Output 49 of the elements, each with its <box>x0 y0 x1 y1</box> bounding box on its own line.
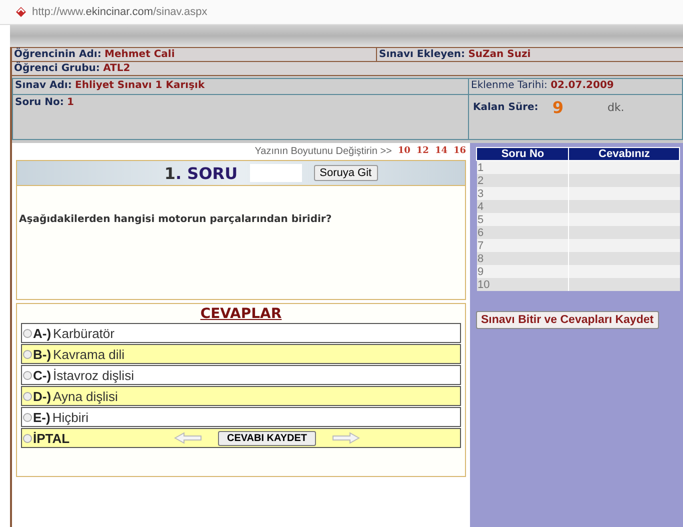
finish-exam-button[interactable]: Sınavı Bitir ve Cevapları Kaydet <box>476 311 659 329</box>
remaining-time-label: Kalan Süre: <box>473 102 538 113</box>
radio-button[interactable] <box>23 350 32 358</box>
save-answer-button[interactable]: CEVABI KAYDET <box>218 430 316 446</box>
font-size-label: Yazının Boyutunu Değiştirin >> <box>254 146 392 157</box>
answer-option[interactable]: D-)Ayna dişlisi <box>21 386 461 406</box>
column-header: Cevabınız <box>568 148 680 160</box>
column-header: Soru No <box>476 148 569 160</box>
radio-button[interactable] <box>23 392 32 400</box>
radio-button[interactable] <box>23 328 32 338</box>
answers-title: CEVAPLAR <box>200 306 282 322</box>
font-size-link[interactable]: 16 <box>453 146 466 157</box>
table-cell: 2 <box>476 174 569 187</box>
table-cell: 5 <box>476 213 569 226</box>
table-cell: 9 <box>476 265 569 278</box>
table-cell: 4 <box>476 200 569 213</box>
font-size-link[interactable]: 10 <box>398 146 410 157</box>
table-cell: 3 <box>476 187 569 200</box>
table-cell: 10 <box>476 278 569 291</box>
address-bar[interactable]: http://www.ekincinar.com/sinav.aspx <box>0 0 683 25</box>
table-cell: 1 <box>476 160 569 174</box>
question-title: 1. SORU <box>164 164 238 182</box>
font-size-link[interactable]: 14 <box>434 146 448 157</box>
student-name: Öğrencinin Adı: Mehmet Cali <box>14 49 175 60</box>
url-text: http://www.ekincinar.com/sinav.aspx <box>32 6 208 18</box>
remaining-time: 9 <box>552 98 564 117</box>
table-cell: 8 <box>476 252 569 265</box>
student-group: Öğrenci Grubu: ATL2 <box>14 63 130 74</box>
radio-button[interactable] <box>23 370 32 380</box>
exam-name: Sınav Adı: Ehliyet Sınavı 1 Karışık <box>15 80 205 91</box>
right-arrow-icon[interactable] <box>332 432 360 444</box>
time-unit: dk. <box>607 101 624 114</box>
cancel-option[interactable]: İPTAL <box>33 430 70 446</box>
answer-option[interactable]: E-)Hiçbiri <box>21 407 461 427</box>
font-size-link[interactable]: 12 <box>416 146 429 157</box>
answer-option[interactable]: B-)Kavrama dili <box>21 344 461 364</box>
left-arrow-icon[interactable] <box>174 432 202 444</box>
added-date: Eklenme Tarihi: 02.07.2009 <box>471 80 614 91</box>
question-number-field[interactable] <box>250 164 302 182</box>
radio-button[interactable] <box>23 412 32 422</box>
table-cell: 6 <box>476 226 569 239</box>
question-number: Soru No: 1 <box>15 97 74 108</box>
question-text: Aşağıdakilerden hangisi motorun parçalarından biridir? <box>18 214 333 225</box>
radio-button[interactable] <box>23 434 32 442</box>
go-to-question-button[interactable]: Soruya Git <box>314 165 378 181</box>
answer-option[interactable]: C-)İstavroz dişlisi <box>21 365 461 385</box>
answer-option[interactable]: A-)Karbüratör <box>21 323 461 343</box>
exam-author: Sınavı Ekleyen: SuZan Suzi <box>379 49 531 60</box>
table-cell: 7 <box>476 239 569 252</box>
